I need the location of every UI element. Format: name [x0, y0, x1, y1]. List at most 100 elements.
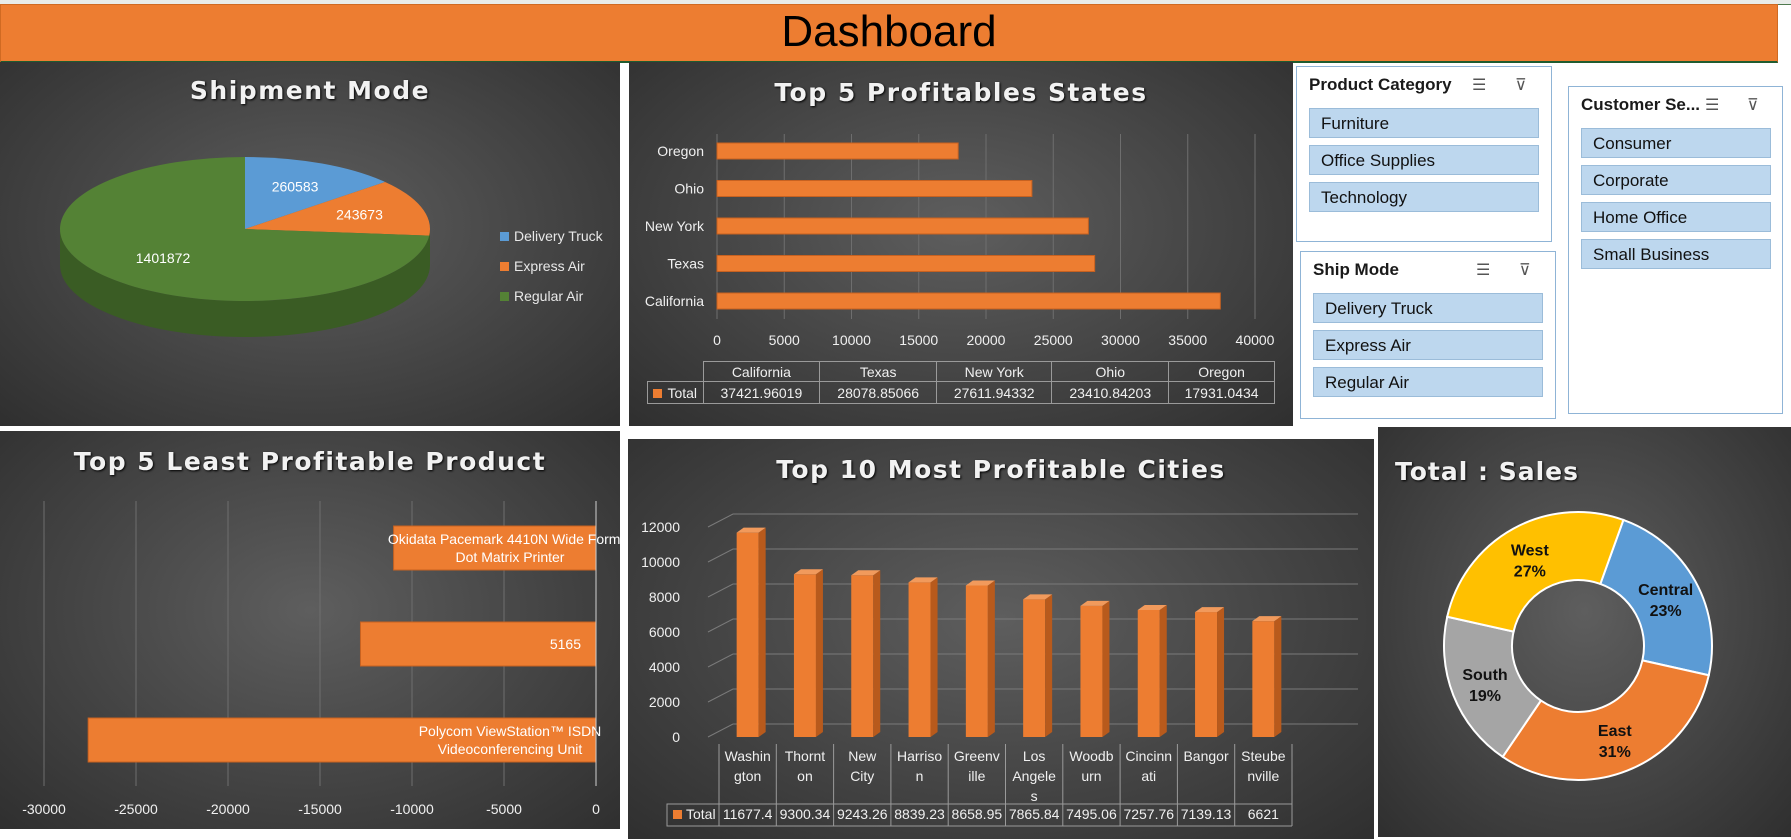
bar-side	[1102, 600, 1110, 737]
multi-select-icon[interactable]: ☰	[1476, 260, 1490, 280]
slicer-item-regular-air[interactable]: Regular Air	[1313, 367, 1543, 397]
bar	[908, 582, 931, 737]
bar-side	[1274, 616, 1282, 737]
ship-mode-slicer: Ship Mode ☰ ⊽ Delivery Truck Express Air…	[1300, 251, 1556, 419]
legend-swatch	[673, 810, 682, 819]
top-states-chart[interactable]: Top 5 Profitables States 0 5000 10000 15000…	[629, 62, 1293, 426]
table-header: New York	[936, 361, 1053, 382]
cities-bar-svg: 0 2000 4000 6000 8000 10000 12000 Washin gton 116…	[641, 513, 1358, 827]
tick-label: 5000	[769, 332, 800, 348]
bar-side	[1045, 594, 1053, 737]
slice-value: 27%	[1514, 563, 1546, 580]
slice-label: East	[1598, 723, 1632, 740]
bar	[1195, 612, 1218, 737]
tick-label: 8000	[649, 589, 680, 605]
category-label: urn	[1081, 768, 1101, 784]
slicer-item-consumer[interactable]: Consumer	[1581, 128, 1771, 158]
multi-select-icon[interactable]: ☰	[1472, 75, 1486, 95]
bar	[716, 142, 959, 160]
sales-donut-svg: Central 23% East 31% South 19% West 27%	[1443, 511, 1713, 781]
legend-label: Express Air	[514, 258, 585, 274]
slicer-title: Product Category	[1309, 75, 1452, 94]
slice-label: Central	[1638, 582, 1693, 599]
top-cities-chart[interactable]: Top 10 Most Profitable Cities 0 2000 4000 6…	[628, 439, 1374, 839]
bar-label: Videoconferencing Unit	[438, 741, 583, 757]
slicer-item-home-office[interactable]: Home Office	[1581, 202, 1771, 232]
bar-side	[815, 569, 823, 737]
bar-side	[930, 577, 938, 737]
shipment-pie-svg: 260583 243673 1401872 Delivery Truck Express…	[60, 157, 604, 337]
total-sales-chart[interactable]: Total : Sales Central 23% East 31% South 19% W…	[1378, 427, 1791, 837]
slicer-title: Ship Mode	[1313, 260, 1399, 279]
bar	[1023, 599, 1046, 737]
category-label: Woodb	[1069, 748, 1113, 764]
tick-label: 25000	[1034, 332, 1073, 348]
data-label: 1401872	[136, 250, 191, 266]
category-label: Cincinn	[1125, 748, 1172, 764]
category-label: Greenv	[954, 748, 1000, 764]
slicer-item-office-supplies[interactable]: Office Supplies	[1309, 145, 1539, 175]
category-label: Steube	[1241, 748, 1286, 764]
states-data-table: California Texas New York Ohio Oregon To…	[647, 361, 1275, 404]
table-cell: 6621	[1248, 806, 1279, 822]
data-label: 260583	[272, 178, 319, 194]
slicer-item-corporate[interactable]: Corporate	[1581, 165, 1771, 195]
category-label: on	[797, 768, 813, 784]
data-label: 243673	[336, 207, 383, 223]
category-label: ille	[968, 768, 985, 784]
table-cell: 17931.0434	[1168, 381, 1275, 404]
table-cell: 8658.95	[952, 806, 1003, 822]
legend-label: Delivery Truck	[514, 228, 604, 244]
tick-label: 0	[592, 801, 600, 817]
slice-label: South	[1462, 667, 1507, 684]
tick-label: 0	[713, 332, 721, 348]
table-header: California	[702, 361, 821, 382]
category-label: Harriso	[897, 748, 942, 764]
table-cell: 9243.26	[837, 806, 888, 822]
tick-label: 30000	[1101, 332, 1140, 348]
dashboard-title: Dashboard	[781, 7, 997, 56]
table-header: Texas	[819, 361, 938, 382]
bar	[716, 180, 1033, 197]
tick-label: 2000	[649, 694, 680, 710]
clear-filter-icon[interactable]: ⊽	[1519, 260, 1531, 280]
slicer-item-technology[interactable]: Technology	[1309, 182, 1539, 212]
series-name: Total	[667, 384, 698, 401]
category-label: California	[645, 293, 704, 309]
shipment-mode-chart[interactable]: Shipment Mode 260583 243673 1401872 Deliver…	[0, 62, 620, 426]
slice-value: 23%	[1650, 603, 1682, 620]
clear-filter-icon[interactable]: ⊽	[1747, 95, 1759, 115]
tick-label: 40000	[1236, 332, 1275, 348]
category-label: gton	[734, 768, 761, 784]
bar	[716, 292, 1221, 310]
tick-label: 15000	[899, 332, 938, 348]
category-label: Texas	[667, 256, 704, 272]
legend-swatch	[500, 232, 509, 241]
table-cell: 7865.84	[1009, 806, 1060, 822]
slicer-item-delivery-truck[interactable]: Delivery Truck	[1313, 293, 1543, 323]
bar-side	[873, 570, 881, 737]
bar-label: Okidata Pacemark 4410N Wide Format	[388, 531, 620, 547]
bar	[793, 574, 816, 737]
slicer-item-furniture[interactable]: Furniture	[1309, 108, 1539, 138]
legend-key: Total	[647, 381, 704, 404]
multi-select-icon[interactable]: ☰	[1705, 95, 1719, 115]
category-label: n	[916, 768, 924, 784]
bar	[1137, 609, 1160, 737]
bar	[716, 217, 1089, 235]
table-header: Oregon	[1168, 361, 1275, 382]
product-category-slicer: Product Category ☰ ⊽ Furniture Office Su…	[1296, 66, 1552, 242]
bar	[965, 585, 988, 737]
category-label: s	[1031, 788, 1038, 804]
slicer-title: Customer Se...	[1581, 95, 1701, 114]
category-label: ati	[1141, 768, 1156, 784]
gridline	[707, 548, 1358, 563]
least-products-chart[interactable]: Top 5 Least Profitable Product -30000 -25…	[0, 431, 620, 829]
clear-filter-icon[interactable]: ⊽	[1515, 75, 1527, 95]
slicer-item-small-business[interactable]: Small Business	[1581, 239, 1771, 269]
bar-side	[987, 580, 995, 737]
slicer-item-express-air[interactable]: Express Air	[1313, 330, 1543, 360]
gridline	[707, 513, 1358, 528]
legend-swatch	[500, 292, 509, 301]
tick-label: 10000	[641, 554, 680, 570]
